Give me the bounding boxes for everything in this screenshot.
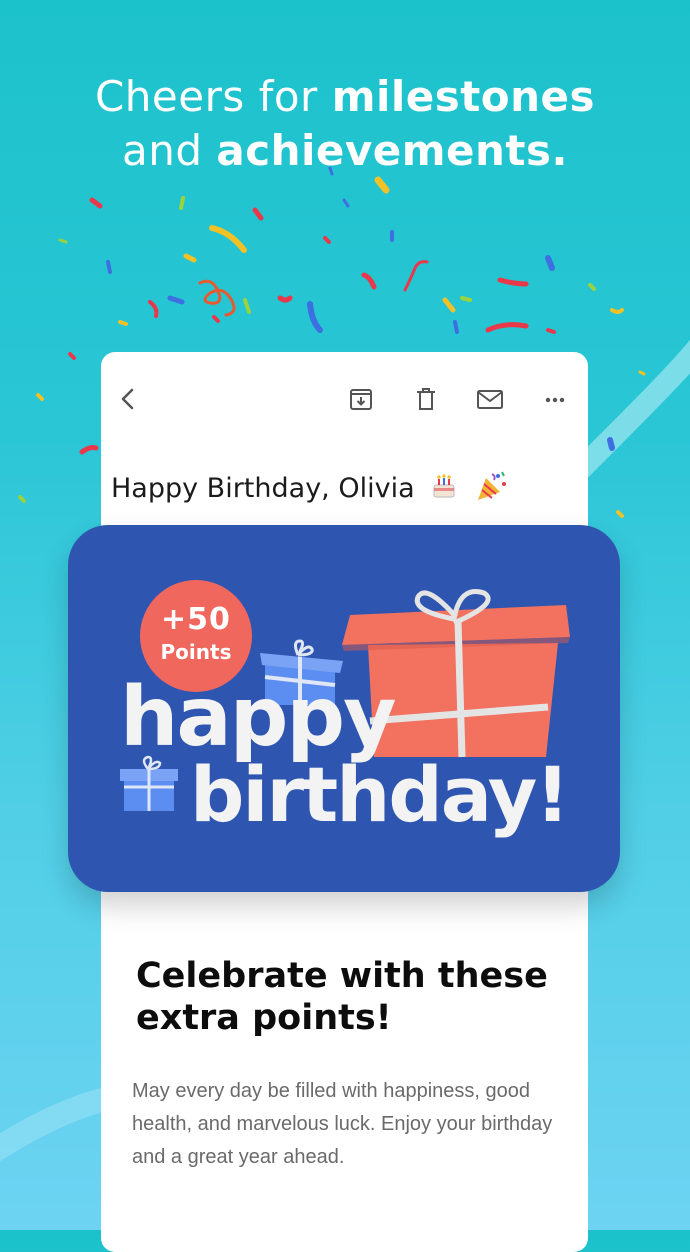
headline-text: Cheers for bbox=[94, 72, 332, 121]
points-value: +50 bbox=[161, 602, 231, 637]
email-toolbar bbox=[101, 352, 588, 448]
small-gift-icon bbox=[120, 755, 178, 811]
back-icon bbox=[121, 388, 134, 410]
archive-button[interactable] bbox=[344, 382, 378, 416]
mail-icon bbox=[477, 390, 503, 409]
headline: Cheers for milestones and achievements. bbox=[0, 70, 690, 178]
birthday-cake-emoji bbox=[429, 471, 459, 508]
email-subject: Happy Birthday, Olivia bbox=[111, 470, 571, 509]
points-label: Points bbox=[160, 640, 232, 664]
headline-line-2: and achievements. bbox=[0, 124, 690, 178]
banner-line-2: birthday! bbox=[190, 750, 570, 839]
banner-line-1: happy bbox=[120, 670, 397, 765]
delete-button[interactable] bbox=[409, 382, 443, 416]
headline-emphasis: milestones bbox=[331, 72, 596, 121]
back-button[interactable] bbox=[111, 382, 145, 416]
email-subject-text: Happy Birthday, Olivia bbox=[111, 473, 415, 504]
archive-icon bbox=[350, 389, 372, 410]
party-popper-emoji bbox=[474, 470, 508, 509]
delete-icon bbox=[417, 388, 435, 410]
more-icon bbox=[545, 397, 565, 403]
headline-emphasis: achievements. bbox=[216, 126, 568, 175]
email-body-title: Celebrate with these extra points! bbox=[136, 956, 548, 1038]
email-body-text: May every day be filled with happiness, … bbox=[132, 1080, 553, 1168]
more-button[interactable] bbox=[538, 382, 572, 416]
headline-text: and bbox=[122, 126, 217, 175]
headline-line-1: Cheers for milestones bbox=[0, 70, 690, 124]
mail-button[interactable] bbox=[473, 382, 507, 416]
birthday-banner: +50 Points happy birthday! bbox=[68, 525, 620, 892]
